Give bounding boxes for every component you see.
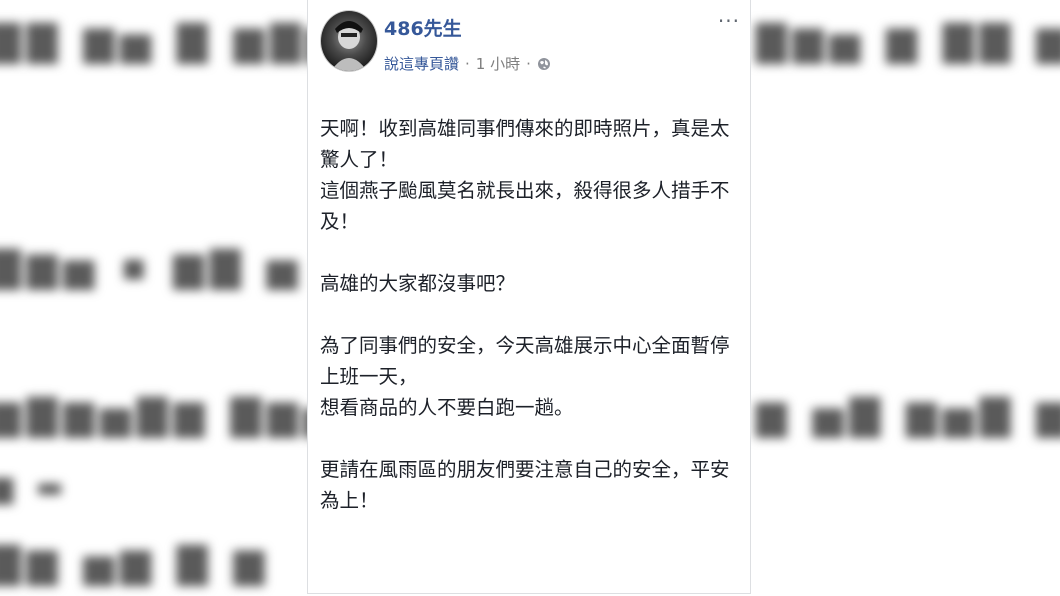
post-line: 想看商品的人不要白跑一趟。 <box>320 396 574 419</box>
meta-separator: · <box>465 54 470 73</box>
post-line: 驚人了！ <box>320 148 399 171</box>
post-card: 486先生 ··· 說這專頁讚 · 1 小時 · 天啊！收到高雄同事們傳來的即時… <box>307 0 751 594</box>
post-line: 上班一天， <box>320 365 418 388</box>
avatar[interactable] <box>320 10 378 72</box>
post-timestamp[interactable]: 1 小時 <box>476 53 520 74</box>
more-options-icon[interactable]: ··· <box>718 11 740 31</box>
post-line: 為上！ <box>320 489 379 512</box>
blurred-text-row: ▆▇▆▅▇▆ ▇▆▅ <box>0 392 341 438</box>
author-name[interactable]: 486先生 <box>384 14 462 41</box>
blurred-text-row: ▇▆▅ ▆ ▇▇ ▆▇ <box>756 18 1060 64</box>
post-line: 高雄的大家都沒事吧？ <box>320 272 516 295</box>
post-line: 更請在風雨區的朋友們要注意自己的安全，平安 <box>320 458 730 481</box>
page-like-link[interactable]: 說這專頁讚 <box>384 53 459 74</box>
post-line: 及！ <box>320 210 360 233</box>
blurred-text-row: ▆ ▅▇ ▆▅▇ ▆ <box>756 392 1060 438</box>
post-body: 天啊！收到高雄同事們傳來的即時照片，真是太 驚人了！ 這個燕子颱風莫名就長出來，… <box>320 113 740 547</box>
meta-separator: · <box>526 54 531 73</box>
post-paragraph: 為了同事們的安全，今天高雄展示中心全面暫停 上班一天， 想看商品的人不要白跑一趟… <box>320 330 740 423</box>
post-meta: 說這專頁讚 · 1 小時 · <box>384 53 551 74</box>
blurred-text-row: ▇▆▅ ▪ ▆▇ ▅ <box>0 244 304 290</box>
blurred-text-row: ▆ ▬ <box>0 470 70 505</box>
post-paragraph: 高雄的大家都沒事吧？ <box>320 268 740 299</box>
post-paragraph: 天啊！收到高雄同事們傳來的即時照片，真是太 驚人了！ 這個燕子颱風莫名就長出來，… <box>320 113 740 237</box>
post-line: 這個燕子颱風莫名就長出來，殺得很多人措手不 <box>320 179 730 202</box>
globe-icon <box>537 57 551 71</box>
post-paragraph: 更請在風雨區的朋友們要注意自己的安全，平安 為上！ <box>320 454 740 516</box>
post-line: 為了同事們的安全，今天高雄展示中心全面暫停 <box>320 334 730 357</box>
post-line: 天啊！收到高雄同事們傳來的即時照片，真是太 <box>320 117 730 140</box>
blurred-text-row: ▇▆ ▅▆ ▇ ▆ <box>0 540 271 586</box>
